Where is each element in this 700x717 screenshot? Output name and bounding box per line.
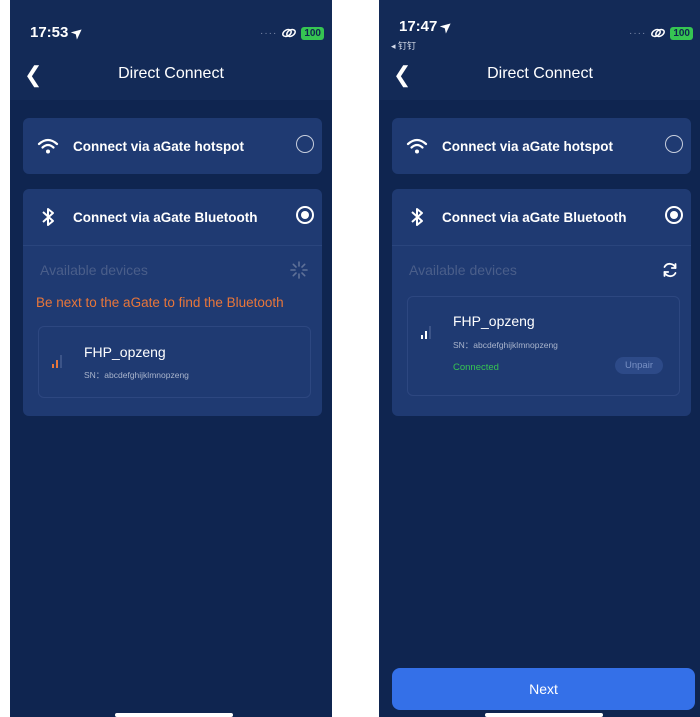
divider <box>23 245 322 246</box>
hotspot-option-label: Connect via aGate hotspot <box>442 138 614 154</box>
bluetooth-icon <box>42 208 54 226</box>
page-title: Direct Connect <box>487 65 593 82</box>
battery-indicator: 100 <box>670 26 693 40</box>
page-title: Direct Connect <box>118 65 224 82</box>
return-app-link[interactable]: ◂ 钉钉 <box>391 39 416 52</box>
nav-bar: ❮ Direct Connect <box>10 52 332 100</box>
divider <box>392 245 691 246</box>
wifi-icon <box>406 138 428 154</box>
hotspot-radio[interactable] <box>296 135 314 153</box>
bluetooth-option[interactable]: Connect via aGate Bluetooth Available de… <box>23 189 322 416</box>
next-button[interactable]: Next <box>392 668 695 710</box>
signal-strength-icon <box>52 355 62 368</box>
bluetooth-radio[interactable] <box>665 206 683 224</box>
status-bar: 17:53➤ ···· 100 <box>10 0 332 52</box>
device-serial: SN：abcdefghijklmnopzeng <box>84 370 189 380</box>
signal-dots-icon: ···· <box>628 27 647 39</box>
nav-bar: ❮ Direct Connect <box>379 52 700 100</box>
bluetooth-option[interactable]: Connect via aGate Bluetooth Available de… <box>392 189 691 416</box>
device-list-item[interactable]: FHP_opzeng SN：abcdefghijklmnopzeng <box>38 326 311 398</box>
device-serial: SN：abcdefghijklmnopzeng <box>453 340 558 350</box>
right-screen: 17:47➤ ◂ 钉钉 ···· 100 ❮ Direct Connect Co… <box>379 0 700 717</box>
link-icon <box>282 28 297 38</box>
status-time: 17:53 <box>30 24 69 41</box>
device-name: FHP_opzeng <box>453 313 535 329</box>
connection-status: Connected <box>453 362 499 373</box>
available-devices-label: Available devices <box>40 262 148 278</box>
hotspot-option-label: Connect via aGate hotspot <box>73 138 245 154</box>
hotspot-option[interactable]: Connect via aGate hotspot <box>23 118 322 174</box>
home-indicator <box>115 713 233 717</box>
location-arrow-icon: ➤ <box>68 23 87 42</box>
status-bar: 17:47➤ ◂ 钉钉 ···· 100 <box>379 0 700 52</box>
location-arrow-icon: ➤ <box>437 17 456 36</box>
bluetooth-hint: Be next to the aGate to find the Bluetoo… <box>36 295 284 310</box>
hotspot-option[interactable]: Connect via aGate hotspot <box>392 118 691 174</box>
battery-indicator: 100 <box>301 26 324 40</box>
bluetooth-option-label: Connect via aGate Bluetooth <box>73 209 258 225</box>
available-devices-label: Available devices <box>409 262 517 278</box>
wifi-icon <box>37 138 59 154</box>
bluetooth-icon <box>411 208 423 226</box>
signal-strength-icon <box>421 326 431 339</box>
refresh-icon[interactable] <box>661 261 679 279</box>
unpair-button[interactable]: Unpair <box>615 357 663 374</box>
loading-spinner-icon <box>290 261 308 279</box>
link-icon <box>651 28 666 38</box>
home-indicator <box>485 713 603 717</box>
device-list-item[interactable]: FHP_opzeng SN：abcdefghijklmnopzeng Conne… <box>407 296 680 396</box>
status-time: 17:47 <box>399 18 438 35</box>
hotspot-radio[interactable] <box>665 135 683 153</box>
left-screen: 17:53➤ ···· 100 ❮ Direct Connect Connect… <box>10 0 332 717</box>
bluetooth-option-label: Connect via aGate Bluetooth <box>442 209 627 225</box>
bluetooth-radio[interactable] <box>296 206 314 224</box>
signal-dots-icon: ···· <box>259 27 278 39</box>
device-name: FHP_opzeng <box>84 344 166 360</box>
